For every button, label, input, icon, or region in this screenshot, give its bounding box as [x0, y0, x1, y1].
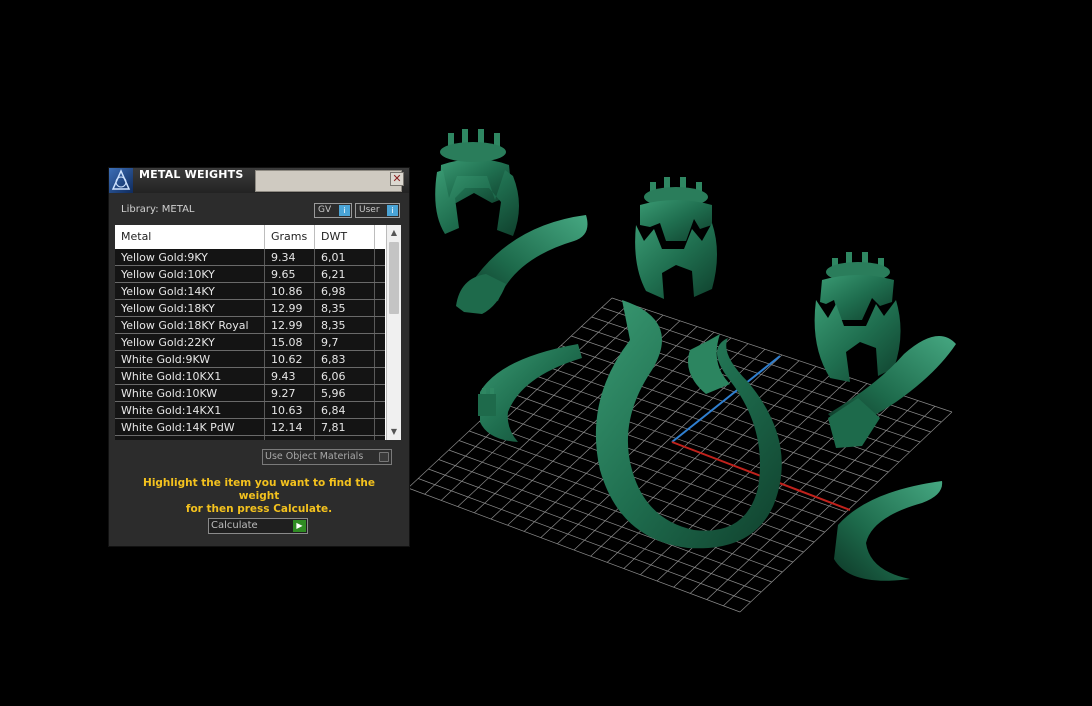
use-object-materials-label: Use Object Materials — [265, 451, 364, 462]
radio-icon — [379, 452, 389, 462]
table-row[interactable]: White Gold:9KW 10.62 6,83 — [115, 351, 385, 368]
instruction-line-1: Highlight the item you want to find the … — [143, 477, 375, 502]
instruction-text: Highlight the item you want to find the … — [123, 477, 395, 516]
cell-metal: Yellow Gold:10KY — [115, 266, 265, 283]
cell-grams: 9.27 — [265, 385, 315, 402]
cell-dwt: 8,35 — [315, 317, 375, 334]
table-body: Yellow Gold:9KY 9.34 6,01 Yellow Gold:10KY 9… — [115, 249, 385, 440]
cell-dwt: 7,81 — [315, 419, 375, 436]
close-icon[interactable]: ✕ — [390, 172, 404, 186]
table-row[interactable]: Yellow Gold:18KY 12.99 8,35 — [115, 300, 385, 317]
shank-top-left[interactable] — [456, 215, 588, 314]
column-header-grams[interactable]: Grams — [265, 225, 315, 249]
cell-metal: White Gold:14K PdW — [115, 419, 265, 436]
table-row[interactable]: White Gold:10KX1 9.43 6,06 — [115, 368, 385, 385]
use-object-materials-toggle[interactable]: Use Object Materials — [262, 449, 392, 465]
cell-grams: 12.99 — [265, 300, 315, 317]
cell-metal: Yellow Gold:18KY — [115, 300, 265, 317]
user-toggle-label: User — [359, 205, 380, 215]
cell-grams: 9.65 — [265, 266, 315, 283]
cell-dwt: 5,96 — [315, 385, 375, 402]
app-logo-icon — [109, 168, 133, 193]
crown-head-right[interactable] — [814, 252, 901, 382]
column-header-dwt[interactable]: DWT — [315, 225, 375, 249]
crown-head-left[interactable] — [435, 129, 519, 236]
cell-dwt: 6,01 — [315, 249, 375, 266]
table-row[interactable]: White Gold:14KW9.456,08 — [115, 436, 385, 440]
cell-metal: White Gold:14KX1 — [115, 402, 265, 419]
cell-grams: 9.43 — [265, 368, 315, 385]
cell-dwt: 6,83 — [315, 351, 375, 368]
cell-metal: Yellow Gold:18KY Royal — [115, 317, 265, 334]
cell-dwt: 8,35 — [315, 300, 375, 317]
cell-grams: 9.34 — [265, 249, 315, 266]
cell-dwt: 6,98 — [315, 283, 375, 300]
table-row[interactable]: Yellow Gold:18KY Royal 12.99 8,35 — [115, 317, 385, 334]
calculate-button[interactable]: Calculate ▶ — [208, 518, 308, 534]
table-row[interactable]: Yellow Gold:9KY 9.34 6,01 — [115, 249, 385, 266]
column-header-metal[interactable]: Metal — [115, 225, 265, 249]
table-row[interactable]: Yellow Gold:22KY 15.08 9,7 — [115, 334, 385, 351]
gv-toggle-label: GV — [318, 205, 332, 215]
table-row[interactable]: Yellow Gold:14KY 10.86 6,98 — [115, 283, 385, 300]
scrollbar-thumb[interactable] — [389, 242, 399, 314]
cell-metal: White Gold:10KX1 — [115, 368, 265, 385]
user-toggle[interactable]: User i — [355, 203, 400, 218]
cell-grams: 15.08 — [265, 334, 315, 351]
cell-dwt: 9,7 — [315, 334, 375, 351]
calculate-label: Calculate — [211, 520, 258, 531]
panel-titlebar[interactable]: METAL WEIGHTS ✕ — [109, 168, 409, 193]
metal-table: Metal Grams DWT Yellow Gold:9KY 9.34 6,01 Y… — [115, 225, 401, 440]
table-row[interactable]: White Gold:14K PdW 12.14 7,81 — [115, 419, 385, 436]
shank-lower-left[interactable] — [480, 344, 582, 442]
titlebar-filler — [255, 170, 402, 192]
cell-dwt: 6,21 — [315, 266, 375, 283]
panel-title: METAL WEIGHTS — [139, 168, 244, 181]
cell-metal: White Gold:10KW — [115, 385, 265, 402]
cell-grams: 10.62 — [265, 351, 315, 368]
table-row[interactable]: White Gold:14KX1 10.63 6,84 — [115, 402, 385, 419]
cell-metal: White Gold:14KW — [115, 436, 265, 440]
cell-grams: 12.99 — [265, 317, 315, 334]
table-scrollbar[interactable]: ▲ ▼ — [386, 225, 401, 440]
table-row[interactable]: White Gold:10KW 9.27 5,96 — [115, 385, 385, 402]
gv-toggle[interactable]: GV i — [314, 203, 352, 218]
cell-grams: 12.14 — [265, 419, 315, 436]
table-header: Metal Grams DWT — [115, 225, 385, 249]
info-icon: i — [339, 205, 350, 216]
crown-head-center[interactable] — [635, 177, 717, 299]
cell-metal: Yellow Gold:14KY — [115, 283, 265, 300]
cell-dwt: 6,84 — [315, 402, 375, 419]
cell-metal: Yellow Gold:22KY — [115, 334, 265, 351]
info-icon: i — [387, 205, 398, 216]
shank-ring[interactable] — [595, 300, 782, 549]
scroll-up-icon[interactable]: ▲ — [387, 226, 401, 240]
cell-metal: Yellow Gold:9KY — [115, 249, 265, 266]
cell-grams: 10.86 — [265, 283, 315, 300]
cell-dwt: 6,06 — [315, 368, 375, 385]
shank-bottom-right[interactable] — [834, 481, 943, 581]
cell-metal: White Gold:9KW — [115, 351, 265, 368]
play-icon: ▶ — [293, 520, 306, 532]
scroll-down-icon[interactable]: ▼ — [387, 425, 401, 439]
metal-weights-panel: METAL WEIGHTS ✕ Library: METAL GV i User… — [109, 168, 409, 546]
cell-grams: 10.63 — [265, 402, 315, 419]
cell-grams: 9.45 — [265, 436, 315, 440]
library-label: Library: METAL — [121, 204, 195, 215]
cell-dwt: 6,08 — [315, 436, 375, 440]
instruction-line-2: for then press Calculate. — [185, 503, 333, 515]
table-row[interactable]: Yellow Gold:10KY 9.65 6,21 — [115, 266, 385, 283]
